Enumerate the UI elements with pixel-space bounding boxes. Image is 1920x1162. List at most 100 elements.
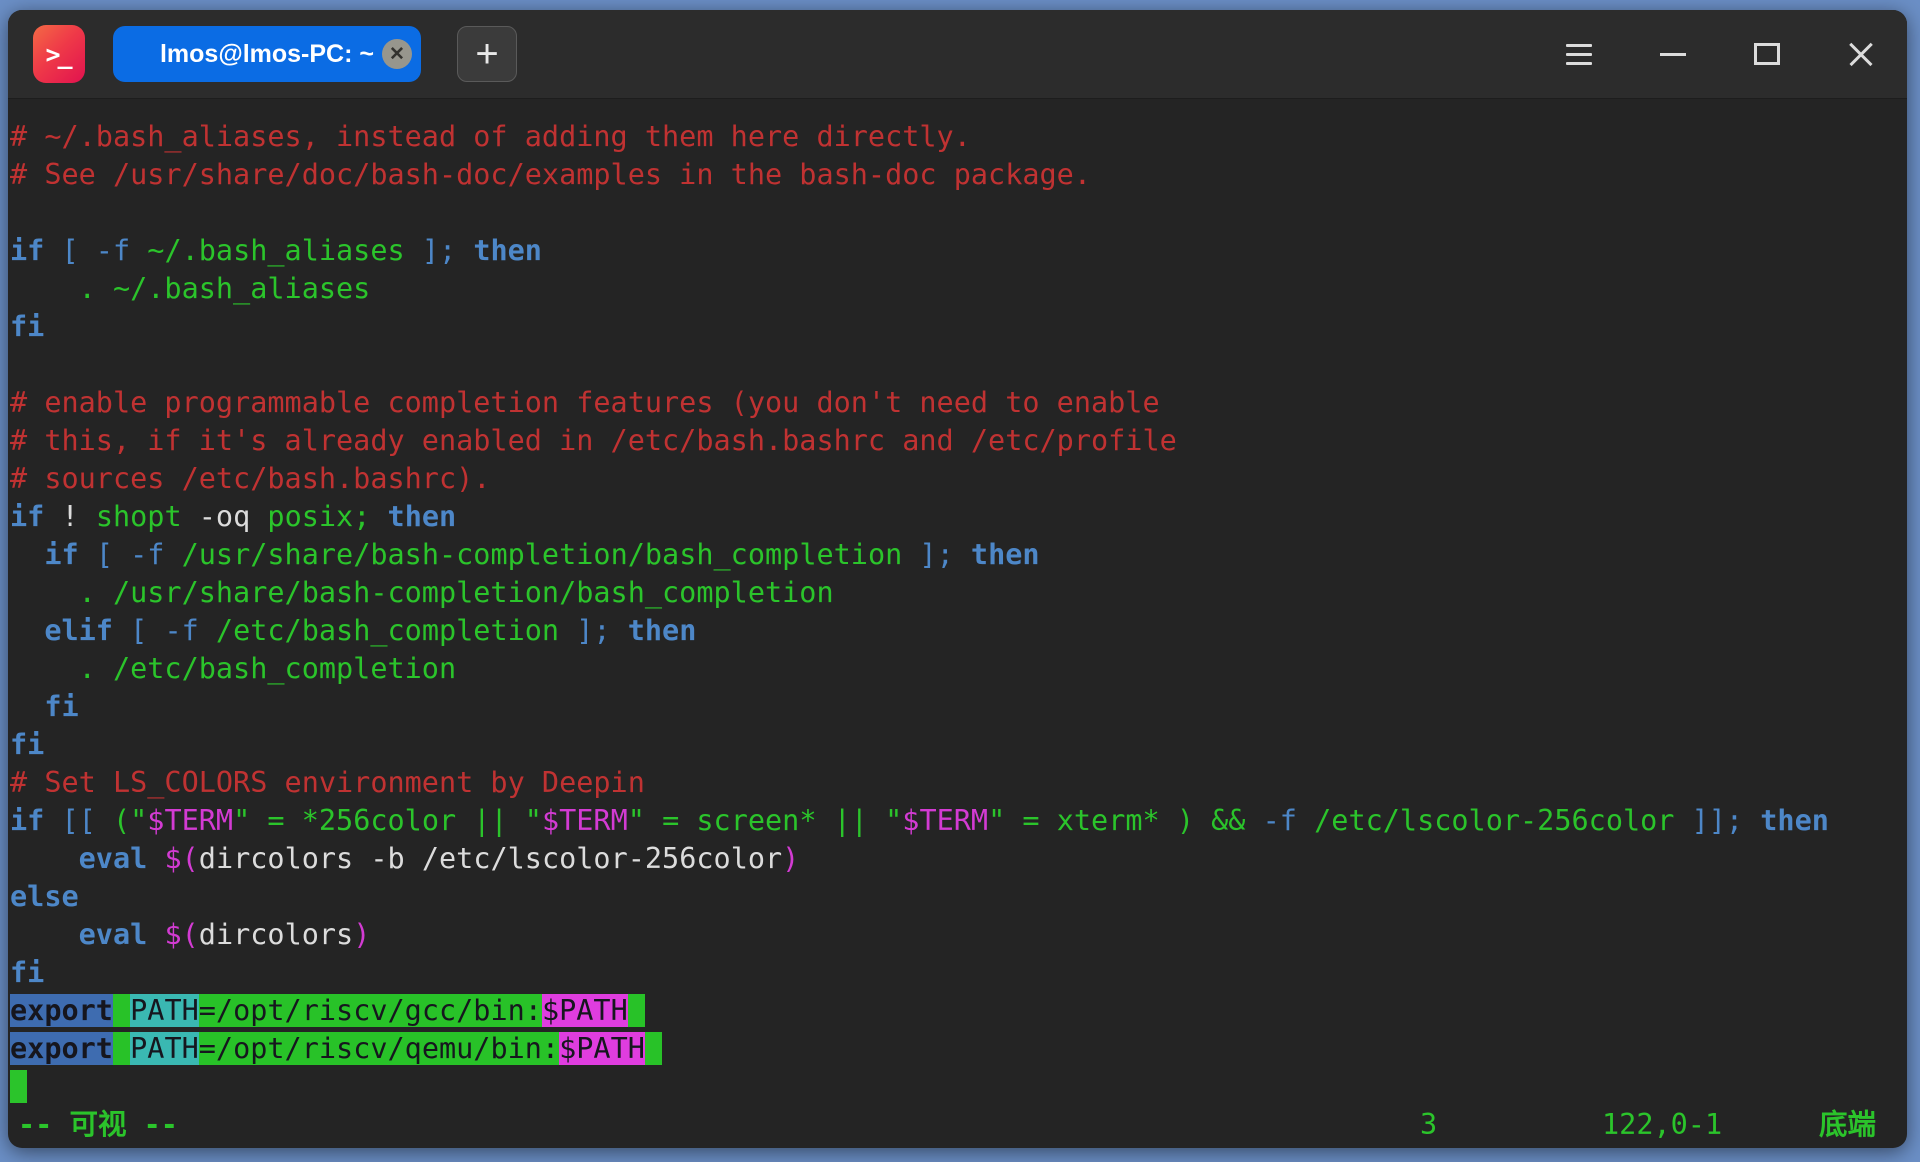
code-line: # ~/.bash_aliases, instead of adding the… — [10, 118, 1907, 156]
terminal-content[interactable]: # ~/.bash_aliases, instead of adding the… — [10, 118, 1907, 1106]
code-segment — [10, 614, 44, 647]
code-segment: (" — [113, 804, 147, 837]
code-segment: $PATH — [542, 994, 628, 1027]
terminal-app-icon-glyph: >_ — [48, 40, 69, 69]
code-segment: if — [10, 234, 44, 267]
code-segment: [ -f — [113, 614, 216, 647]
code-line: eval $(dircolors -b /etc/lscolor-256colo… — [10, 840, 1907, 878]
code-segment — [113, 1032, 130, 1065]
code-segment: then — [473, 234, 542, 267]
minimize-button[interactable] — [1653, 34, 1693, 74]
code-line: # See /usr/share/doc/bash-doc/examples i… — [10, 156, 1907, 194]
code-segment: ]; — [902, 538, 971, 571]
tab-active[interactable]: lmos@lmos-PC: ~ ✕ — [113, 26, 421, 82]
code-segment: then — [388, 500, 457, 533]
code-segment: if — [10, 804, 44, 837]
code-line: fi — [10, 688, 1907, 726]
tab-close-button[interactable]: ✕ — [382, 39, 412, 69]
code-segment — [147, 842, 164, 875]
code-line: . /usr/share/bash-completion/bash_comple… — [10, 574, 1907, 612]
code-segment: $TERM — [147, 804, 233, 837]
code-segment: ) — [782, 842, 799, 875]
code-segment: fi — [10, 956, 44, 989]
code-segment: . /etc/bash_completion — [10, 652, 456, 685]
code-segment: then — [1760, 804, 1829, 837]
code-segment: # ~/.bash_aliases, instead of adding the… — [10, 120, 971, 153]
code-segment: then — [628, 614, 697, 647]
code-segment: $PATH — [559, 1032, 645, 1065]
code-segment — [113, 994, 130, 1027]
code-line: else — [10, 878, 1907, 916]
menu-button[interactable] — [1559, 34, 1599, 74]
code-segment: /etc/bash_completion — [216, 614, 559, 647]
close-icon: ✕ — [389, 45, 405, 64]
code-segment — [10, 918, 79, 951]
code-segment — [10, 690, 44, 723]
code-segment: eval — [79, 918, 148, 951]
code-segment — [10, 1070, 27, 1103]
code-segment: PATH — [130, 1032, 199, 1065]
tab-label: lmos@lmos-PC: ~ — [160, 40, 374, 69]
code-segment: posix; — [267, 500, 370, 533]
code-segment: " = xterm* ) && — [988, 804, 1263, 837]
code-segment: " = screen* || " — [628, 804, 903, 837]
code-segment: if — [10, 500, 44, 533]
code-line: if [ -f /usr/share/bash-completion/bash_… — [10, 536, 1907, 574]
code-segment: -oq — [182, 500, 268, 533]
code-segment: fi — [10, 310, 44, 343]
code-segment: . ~/.bash_aliases — [10, 272, 370, 305]
window-controls — [1559, 34, 1881, 74]
code-line: if ! shopt -oq posix; then — [10, 498, 1907, 536]
maximize-icon — [1754, 43, 1780, 65]
code-line: fi — [10, 726, 1907, 764]
maximize-button[interactable] — [1747, 34, 1787, 74]
code-segment — [628, 994, 645, 1027]
code-line — [10, 194, 1907, 232]
code-segment: # enable programmable completion feature… — [10, 386, 1160, 419]
code-segment: # Set LS_COLORS environment by Deepin — [10, 766, 645, 799]
code-segment: $TERM — [902, 804, 988, 837]
vim-statusbar: -- 可视 -- 3 122,0-1 底端 — [10, 1106, 1907, 1144]
code-segment: =/opt/riscv/gcc/bin: — [199, 994, 542, 1027]
code-line: fi — [10, 308, 1907, 346]
code-segment: -f — [1263, 804, 1314, 837]
code-segment: $( — [164, 918, 198, 951]
vim-scroll-position: 底端 — [1819, 1106, 1876, 1144]
code-segment: ]; — [559, 614, 628, 647]
code-segment: export — [10, 1032, 113, 1065]
code-segment: fi — [44, 690, 78, 723]
hamburger-icon — [1566, 44, 1592, 65]
code-segment: eval — [79, 842, 148, 875]
vim-mode-indicator: -- 可视 -- — [18, 1106, 178, 1144]
code-line: if [[ ("$TERM" = *256color || "$TERM" = … — [10, 802, 1907, 840]
vim-visual-count: 3 — [1420, 1106, 1437, 1144]
vim-ruler: 122,0-1 — [1602, 1106, 1722, 1144]
code-segment: dircolors -b /etc/lscolor-256color — [199, 842, 782, 875]
code-segment: ]; — [405, 234, 474, 267]
code-line: # enable programmable completion feature… — [10, 384, 1907, 422]
code-segment: then — [971, 538, 1040, 571]
plus-icon: + — [475, 34, 498, 74]
minimize-icon — [1660, 53, 1686, 56]
code-segment — [370, 500, 387, 533]
code-segment: shopt — [96, 500, 182, 533]
close-window-icon — [1846, 39, 1876, 69]
code-segment: =/opt/riscv/qemu/bin: — [199, 1032, 559, 1065]
code-segment: elif — [44, 614, 113, 647]
code-segment: export — [10, 994, 113, 1027]
code-line: export PATH=/opt/riscv/qemu/bin:$PATH — [10, 1030, 1907, 1068]
code-line: . /etc/bash_completion — [10, 650, 1907, 688]
code-segment — [645, 1032, 662, 1065]
code-line — [10, 1068, 1907, 1106]
code-line — [10, 346, 1907, 384]
close-window-button[interactable] — [1841, 34, 1881, 74]
code-segment: . /usr/share/bash-completion/bash_comple… — [10, 576, 834, 609]
code-line: if [ -f ~/.bash_aliases ]; then — [10, 232, 1907, 270]
code-segment: ]]; — [1674, 804, 1760, 837]
code-segment — [10, 842, 79, 875]
terminal-app-icon: >_ — [33, 25, 85, 83]
code-segment: # this, if it's already enabled in /etc/… — [10, 424, 1177, 457]
code-segment: ) — [353, 918, 370, 951]
code-segment: $TERM — [542, 804, 628, 837]
new-tab-button[interactable]: + — [457, 26, 517, 82]
